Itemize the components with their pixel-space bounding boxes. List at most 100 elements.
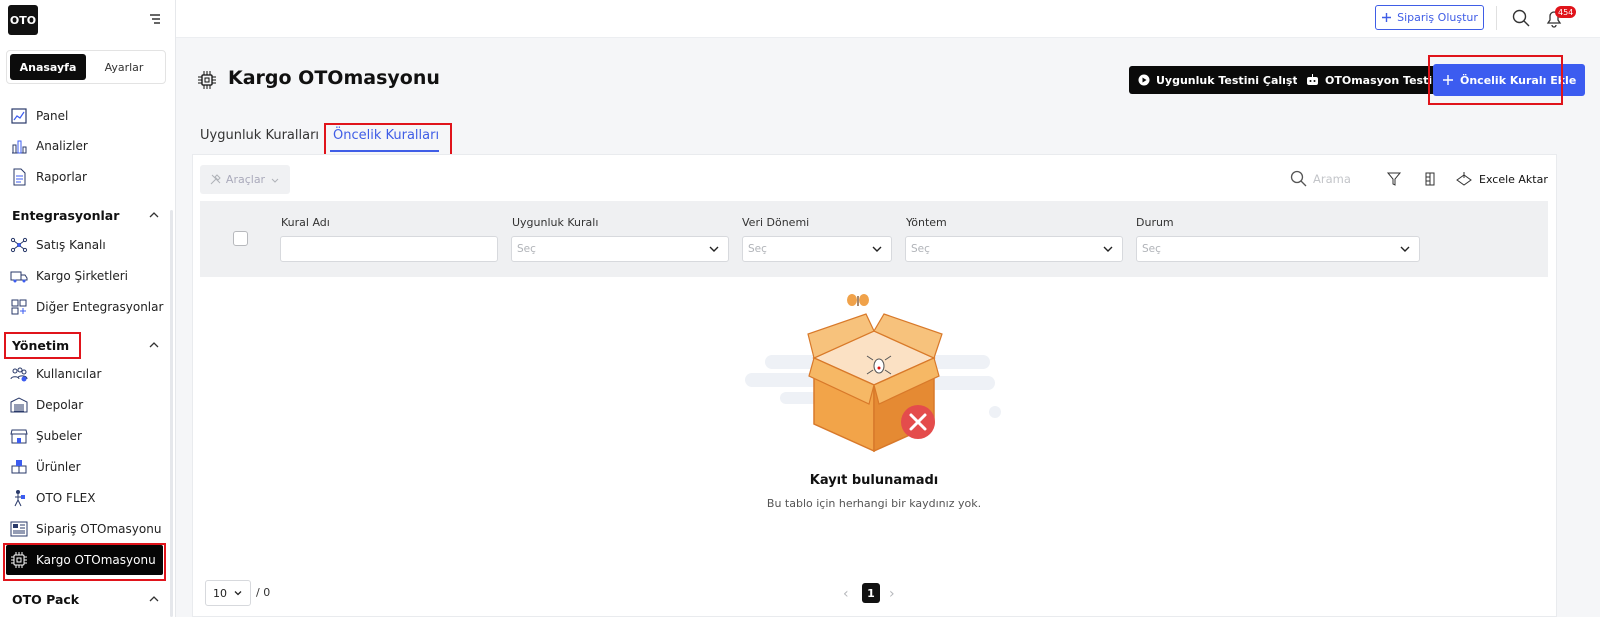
next-page-icon[interactable]: ›: [889, 586, 895, 602]
sidebar-item-label: Ürünler: [36, 460, 81, 474]
sidebar-item-users[interactable]: Kullanıcılar: [10, 361, 168, 387]
chevron-up-icon: [149, 596, 159, 602]
sidebar-item-branches[interactable]: Şubeler: [10, 423, 168, 449]
empty-box-illustration: [745, 294, 1001, 453]
robot-icon: [1307, 74, 1318, 85]
sidebar-scrollbar[interactable]: [170, 210, 173, 617]
data-period-filter-select[interactable]: Seç: [742, 236, 892, 262]
play-icon: [1138, 74, 1150, 86]
tools-icon: [210, 174, 221, 185]
section-title: OTO Pack: [12, 591, 80, 607]
current-page-button[interactable]: 1: [862, 583, 880, 603]
store-icon: [10, 427, 28, 445]
sidebar-item-reports[interactable]: Raporlar: [10, 164, 168, 190]
select-placeholder: Seç: [1142, 243, 1161, 255]
sidebar-item-label: Kullanıcılar: [36, 367, 102, 381]
sidebar-item-label: Kargo Şirketleri: [36, 269, 128, 283]
chart-icon: [10, 137, 28, 155]
chip-icon: [198, 71, 216, 89]
sidebar-item-other-integrations[interactable]: Diğer Entegrasyonlar: [10, 294, 168, 320]
sidebar: OTO Anasayfa Ayarlar Panel Analizler Rap…: [0, 0, 176, 617]
column-header-rule-name: Kural Adı: [281, 216, 330, 229]
divider: [1496, 6, 1497, 30]
chevron-down-icon: [1400, 246, 1410, 252]
page-title: Kargo OTOmasyonu: [228, 67, 440, 89]
page-total: / 0: [256, 586, 271, 599]
run-eligibility-test-button[interactable]: Uygunluk Testini Çalıştır: [1129, 66, 1316, 94]
oto-logo[interactable]: OTO: [8, 5, 38, 35]
highlight-box: [324, 123, 452, 157]
create-order-button[interactable]: Sipariş Oluştur: [1375, 5, 1484, 30]
export-label: Excele Aktar: [1479, 172, 1548, 186]
sidebar-item-label: Şubeler: [36, 429, 82, 443]
sidebar-item-label: Diğer Entegrasyonlar: [36, 300, 164, 314]
method-filter-select[interactable]: Seç: [905, 236, 1123, 262]
select-placeholder: Seç: [748, 243, 767, 255]
sidebar-item-label: Sipariş OTOmasyonu: [36, 522, 162, 536]
filter-icon[interactable]: [1386, 171, 1402, 187]
export-excel-button[interactable]: Excele Aktar: [1455, 171, 1548, 187]
select-all-checkbox[interactable]: [233, 231, 248, 246]
search-placeholder: Arama: [1313, 171, 1351, 186]
column-header-method: Yöntem: [906, 216, 947, 229]
panel-icon: [10, 107, 28, 125]
sidebar-item-label: Raporlar: [36, 170, 87, 184]
chevron-down-icon: [709, 246, 719, 252]
eligibility-rule-filter-select[interactable]: Seç: [511, 236, 729, 262]
create-order-label: Sipariş Oluştur: [1397, 11, 1478, 24]
chevron-down-icon: [1103, 246, 1113, 252]
tools-label: Araçlar: [225, 173, 266, 186]
section-oto-pack[interactable]: OTO Pack: [12, 589, 160, 609]
table-search[interactable]: Arama: [1290, 170, 1351, 187]
menu-collapse-icon[interactable]: [148, 12, 162, 26]
sidebar-item-warehouses[interactable]: Depolar: [10, 392, 168, 418]
chevron-up-icon: [149, 342, 159, 348]
sidebar-item-sales-channel[interactable]: Satış Kanalı: [10, 232, 168, 258]
sidebar-item-order-automation[interactable]: Sipariş OTOmasyonu: [10, 516, 168, 542]
automation-test-button[interactable]: OTOmasyon Testi: [1297, 66, 1442, 94]
users-icon: [10, 365, 28, 383]
tab-eligibility-rules[interactable]: Uygunluk Kuralları: [200, 128, 319, 143]
page-size-select[interactable]: 10: [205, 580, 251, 606]
search-icon: [1290, 170, 1307, 187]
select-placeholder: Seç: [517, 243, 536, 255]
sidebar-item-analytics[interactable]: Analizler: [10, 133, 168, 159]
chevron-up-icon: [149, 212, 159, 218]
sidebar-item-label: Panel: [36, 109, 69, 123]
export-icon: [1456, 172, 1472, 186]
columns-icon[interactable]: [1422, 171, 1438, 187]
notification-badge: 454: [1555, 6, 1577, 18]
tools-dropdown[interactable]: Araçlar: [200, 165, 290, 194]
chevron-down-icon: [234, 591, 242, 596]
chevron-down-icon: [271, 178, 279, 183]
sidebar-item-label: Depolar: [36, 398, 84, 412]
section-title: Entegrasyonlar: [12, 207, 120, 223]
sidebar-item-cargo-companies[interactable]: Kargo Şirketleri: [10, 263, 168, 289]
segment-home[interactable]: Anasayfa: [10, 54, 86, 80]
button-label: Uygunluk Testini Çalıştır: [1156, 73, 1307, 87]
plus-icon: [1382, 13, 1392, 22]
network-icon: [10, 236, 28, 254]
sidebar-item-label: Satış Kanalı: [36, 238, 106, 252]
column-header-eligibility-rule: Uygunluk Kuralı: [512, 216, 599, 229]
sidebar-item-label: Analizler: [36, 139, 88, 153]
segment-settings[interactable]: Ayarlar: [86, 54, 162, 80]
section-integrations[interactable]: Entegrasyonlar: [12, 205, 160, 225]
button-label: OTOmasyon Testi: [1325, 73, 1433, 87]
sidebar-item-panel[interactable]: Panel: [10, 103, 168, 129]
warehouse-icon: [10, 396, 28, 414]
home-settings-toggle: Anasayfa Ayarlar: [6, 50, 166, 84]
page-size-value: 10: [213, 586, 227, 600]
document-icon: [10, 168, 28, 186]
rule-name-filter-input[interactable]: [280, 236, 498, 262]
status-filter-select[interactable]: Seç: [1136, 236, 1420, 262]
truck-icon: [10, 267, 28, 285]
highlight-box: [1428, 55, 1563, 105]
chevron-down-icon: [872, 246, 882, 252]
grid-plus-icon: [10, 298, 28, 316]
prev-page-icon[interactable]: ‹: [843, 586, 849, 602]
empty-state-title: Kayıt bulunamadı: [809, 473, 939, 488]
empty-state-subtitle: Bu tablo için herhangi bir kaydınız yok.: [766, 497, 982, 510]
search-icon[interactable]: [1511, 8, 1531, 28]
order-automation-icon: [10, 520, 28, 538]
